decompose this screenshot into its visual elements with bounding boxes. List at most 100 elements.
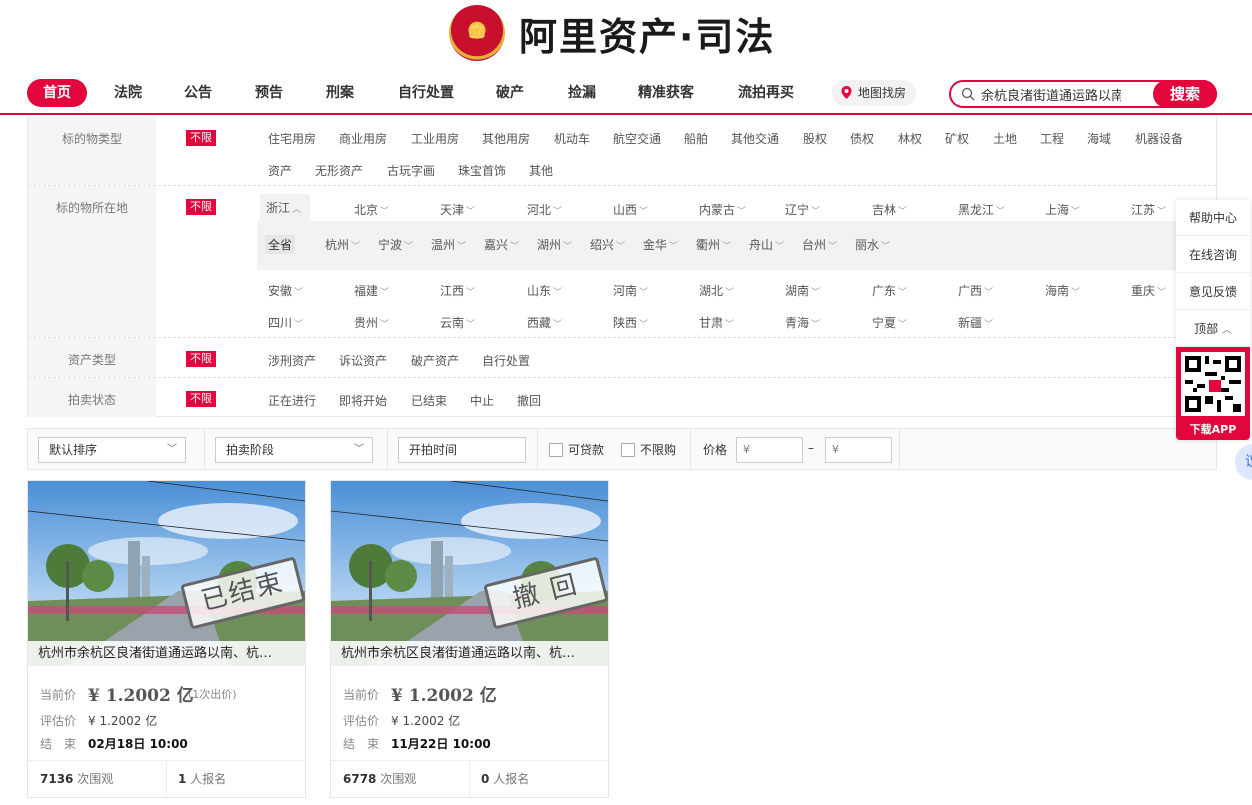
province-option[interactable]: 安徽 ﹀	[268, 282, 303, 299]
unlimited-tag[interactable]: 不限	[186, 130, 216, 146]
search-button[interactable]: 搜索	[1153, 80, 1217, 108]
filter-option[interactable]: 矿权	[945, 130, 969, 147]
province-option[interactable]: 内蒙古 ﹀	[699, 201, 746, 218]
province-option[interactable]: 河南 ﹀	[613, 282, 648, 299]
filter-option[interactable]: 住宅用房	[268, 130, 316, 147]
filter-option[interactable]: 机动车	[554, 130, 590, 147]
province-option[interactable]: 天津 ﹀	[440, 201, 475, 218]
city-option[interactable]: 台州 ﹀	[802, 236, 837, 253]
floating-edge-button[interactable]: 议	[1235, 444, 1252, 480]
province-zhejiang[interactable]: 浙江 ︿	[260, 194, 310, 222]
filter-option[interactable]: 自行处置	[482, 352, 530, 369]
filter-option[interactable]: 商业用房	[339, 130, 387, 147]
province-option[interactable]: 陕西 ﹀	[613, 314, 648, 331]
filter-option[interactable]: 土地	[993, 130, 1017, 147]
filter-option[interactable]: 工业用房	[411, 130, 459, 147]
province-option[interactable]: 山东 ﹀	[527, 282, 562, 299]
stage-select[interactable]: 拍卖阶段 ﹀	[215, 437, 373, 463]
city-option[interactable]: 杭州 ﹀	[325, 236, 360, 253]
filter-option[interactable]: 其他交通	[731, 130, 779, 147]
card-title[interactable]: 杭州市余杭区良渚街道通运路以南、杭…	[331, 641, 608, 666]
province-option[interactable]: 河北 ﹀	[527, 201, 562, 218]
city-option[interactable]: 金华 ﹀	[643, 236, 678, 253]
filter-option[interactable]: 中止	[470, 392, 494, 409]
city-option[interactable]: 绍兴 ﹀	[590, 236, 625, 253]
city-option[interactable]: 舟山 ﹀	[749, 236, 784, 253]
filter-option[interactable]: 已结束	[411, 392, 447, 409]
province-option[interactable]: 山西 ﹀	[613, 201, 648, 218]
filter-option[interactable]: 正在进行	[268, 392, 316, 409]
province-option[interactable]: 福建 ﹀	[354, 282, 389, 299]
province-option[interactable]: 云南 ﹀	[440, 314, 475, 331]
province-option[interactable]: 广西 ﹀	[958, 282, 993, 299]
province-option[interactable]: 宁夏 ﹀	[872, 314, 907, 331]
province-option[interactable]: 青海 ﹀	[785, 314, 820, 331]
province-option[interactable]: 北京 ﹀	[354, 201, 389, 218]
province-option[interactable]: 贵州 ﹀	[354, 314, 389, 331]
nav-item-preview[interactable]: 预告	[239, 79, 299, 107]
filter-option[interactable]: 林权	[898, 130, 922, 147]
filter-option[interactable]: 撤回	[517, 392, 541, 409]
nav-item-bargain[interactable]: 捡漏	[552, 79, 612, 107]
filter-option[interactable]: 资产	[268, 162, 292, 179]
nav-item-self-disposal[interactable]: 自行处置	[390, 79, 462, 107]
filter-option[interactable]: 股权	[803, 130, 827, 147]
province-option[interactable]: 江西 ﹀	[440, 282, 475, 299]
price-max-input[interactable]: ¥	[825, 437, 892, 463]
nav-item-bankruptcy[interactable]: 破产	[480, 79, 540, 107]
city-option[interactable]: 温州 ﹀	[431, 236, 466, 253]
nav-item-precise-leads[interactable]: 精准获客	[630, 79, 702, 107]
feedback-link[interactable]: 意见反馈	[1176, 274, 1250, 310]
no-limit-checkbox[interactable]	[621, 443, 635, 457]
filter-option[interactable]: 古玩字画	[387, 162, 435, 179]
province-option[interactable]: 西藏 ﹀	[527, 314, 562, 331]
nav-item-criminal[interactable]: 刑案	[310, 79, 370, 107]
filter-option[interactable]: 机器设备	[1135, 130, 1183, 147]
all-province-option[interactable]: 全省	[265, 235, 296, 254]
map-search-button[interactable]: 地图找房	[832, 80, 916, 106]
filter-option[interactable]: 债权	[850, 130, 874, 147]
download-app-panel[interactable]: 下载APP	[1176, 347, 1250, 440]
start-time-input[interactable]: 开拍时间	[398, 437, 526, 463]
nav-item-home[interactable]: 首页	[27, 79, 87, 107]
province-option[interactable]: 重庆 ﹀	[1131, 282, 1166, 299]
unlimited-tag[interactable]: 不限	[186, 391, 216, 407]
online-consult-link[interactable]: 在线咨询	[1176, 237, 1250, 273]
province-option[interactable]: 湖南 ﹀	[785, 282, 820, 299]
price-min-input[interactable]: ¥	[736, 437, 803, 463]
unlimited-tag[interactable]: 不限	[186, 199, 216, 215]
filter-option[interactable]: 海域	[1087, 130, 1111, 147]
filter-option[interactable]: 工程	[1040, 130, 1064, 147]
filter-option[interactable]: 诉讼资产	[339, 352, 387, 369]
nav-item-court[interactable]: 法院	[98, 79, 158, 107]
city-option[interactable]: 宁波 ﹀	[378, 236, 413, 253]
site-logo[interactable]: 阿里资产·司法	[449, 2, 799, 64]
filter-option[interactable]: 即将开始	[339, 392, 387, 409]
province-option[interactable]: 海南 ﹀	[1045, 282, 1080, 299]
province-option[interactable]: 新疆 ﹀	[958, 314, 993, 331]
city-option[interactable]: 衢州 ﹀	[696, 236, 731, 253]
filter-option[interactable]: 无形资产	[315, 162, 363, 179]
filter-option[interactable]: 船舶	[684, 130, 708, 147]
unlimited-tag[interactable]: 不限	[186, 351, 216, 367]
city-option[interactable]: 嘉兴 ﹀	[484, 236, 519, 253]
sort-select[interactable]: 默认排序 ﹀	[38, 437, 186, 463]
filter-option[interactable]: 破产资产	[411, 352, 459, 369]
nav-item-rebuy[interactable]: 流拍再买	[728, 79, 804, 107]
city-option[interactable]: 丽水 ﹀	[855, 236, 890, 253]
province-option[interactable]: 江苏 ﹀	[1131, 201, 1166, 218]
filter-option[interactable]: 珠宝首饰	[458, 162, 506, 179]
filter-option[interactable]: 其他	[529, 162, 553, 179]
province-option[interactable]: 四川 ﹀	[268, 314, 303, 331]
auction-card[interactable]: 撤 回 杭州市余杭区良渚街道通运路以南、杭… 当前价 ¥ 1.2002 亿 评估…	[330, 480, 609, 798]
province-option[interactable]: 广东 ﹀	[872, 282, 907, 299]
province-option[interactable]: 吉林 ﹀	[872, 201, 907, 218]
province-option[interactable]: 甘肃 ﹀	[699, 314, 734, 331]
auction-card[interactable]: 已结束 杭州市余杭区良渚街道通运路以南、杭… 当前价 ¥ 1.2002 亿 (1…	[27, 480, 306, 798]
help-center-link[interactable]: 帮助中心	[1176, 200, 1250, 236]
nav-item-notice[interactable]: 公告	[168, 79, 228, 107]
filter-option[interactable]: 航空交通	[613, 130, 661, 147]
province-option[interactable]: 辽宁 ﹀	[785, 201, 820, 218]
back-to-top-button[interactable]: 顶部 ︿	[1176, 311, 1250, 347]
province-option[interactable]: 湖北 ﹀	[699, 282, 734, 299]
